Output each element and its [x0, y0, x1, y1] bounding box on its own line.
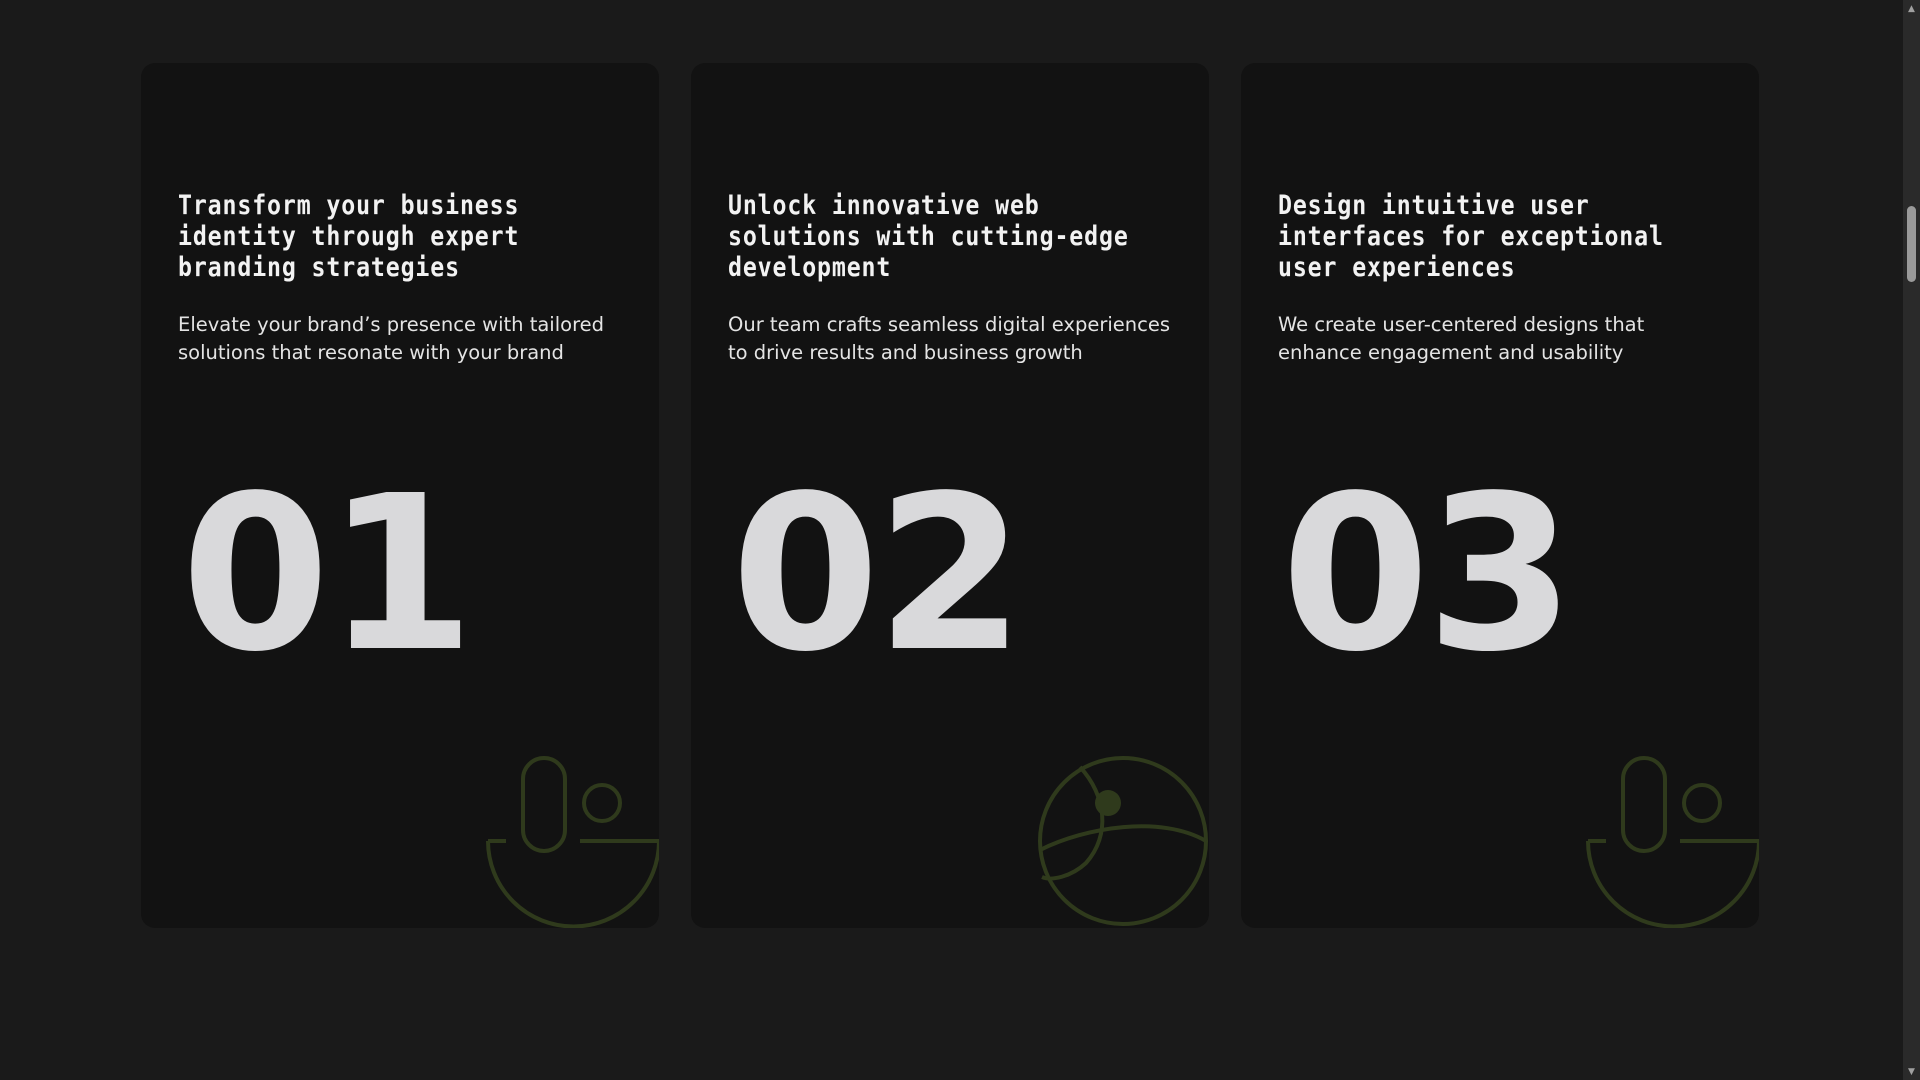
page: Transform your business identity through… [0, 0, 1920, 1080]
mouse-scroll-icon [486, 756, 659, 928]
mouse-scroll-icon [1586, 756, 1759, 928]
card-title: Design intuitive user interfaces for exc… [1278, 190, 1664, 283]
card-description: We create user-centered designs that enh… [1278, 313, 1645, 364]
card-title: Transform your business identity through… [178, 190, 520, 283]
vertical-scrollbar[interactable]: ▲ ▼ [1903, 0, 1920, 1080]
card-description: Elevate your brand’s presence with tailo… [178, 313, 605, 364]
globe-orbit-icon [1038, 756, 1208, 926]
scroll-down-arrow-icon[interactable]: ▼ [1903, 1063, 1920, 1080]
service-card-development: Unlock innovative web solutions with cut… [691, 63, 1209, 928]
card-number: 02 [731, 450, 1025, 699]
service-cards: Transform your business identity through… [141, 63, 1759, 928]
service-card-design: Design intuitive user interfaces for exc… [1241, 63, 1759, 928]
card-number: 03 [1281, 450, 1575, 699]
card-number: 01 [181, 450, 475, 699]
card-title: Unlock innovative web solutions with cut… [728, 190, 1129, 283]
scrollbar-thumb[interactable] [1907, 206, 1916, 282]
scroll-up-arrow-icon[interactable]: ▲ [1903, 0, 1920, 17]
service-card-branding: Transform your business identity through… [141, 63, 659, 928]
card-description: Our team crafts seamless digital experie… [728, 313, 1170, 364]
